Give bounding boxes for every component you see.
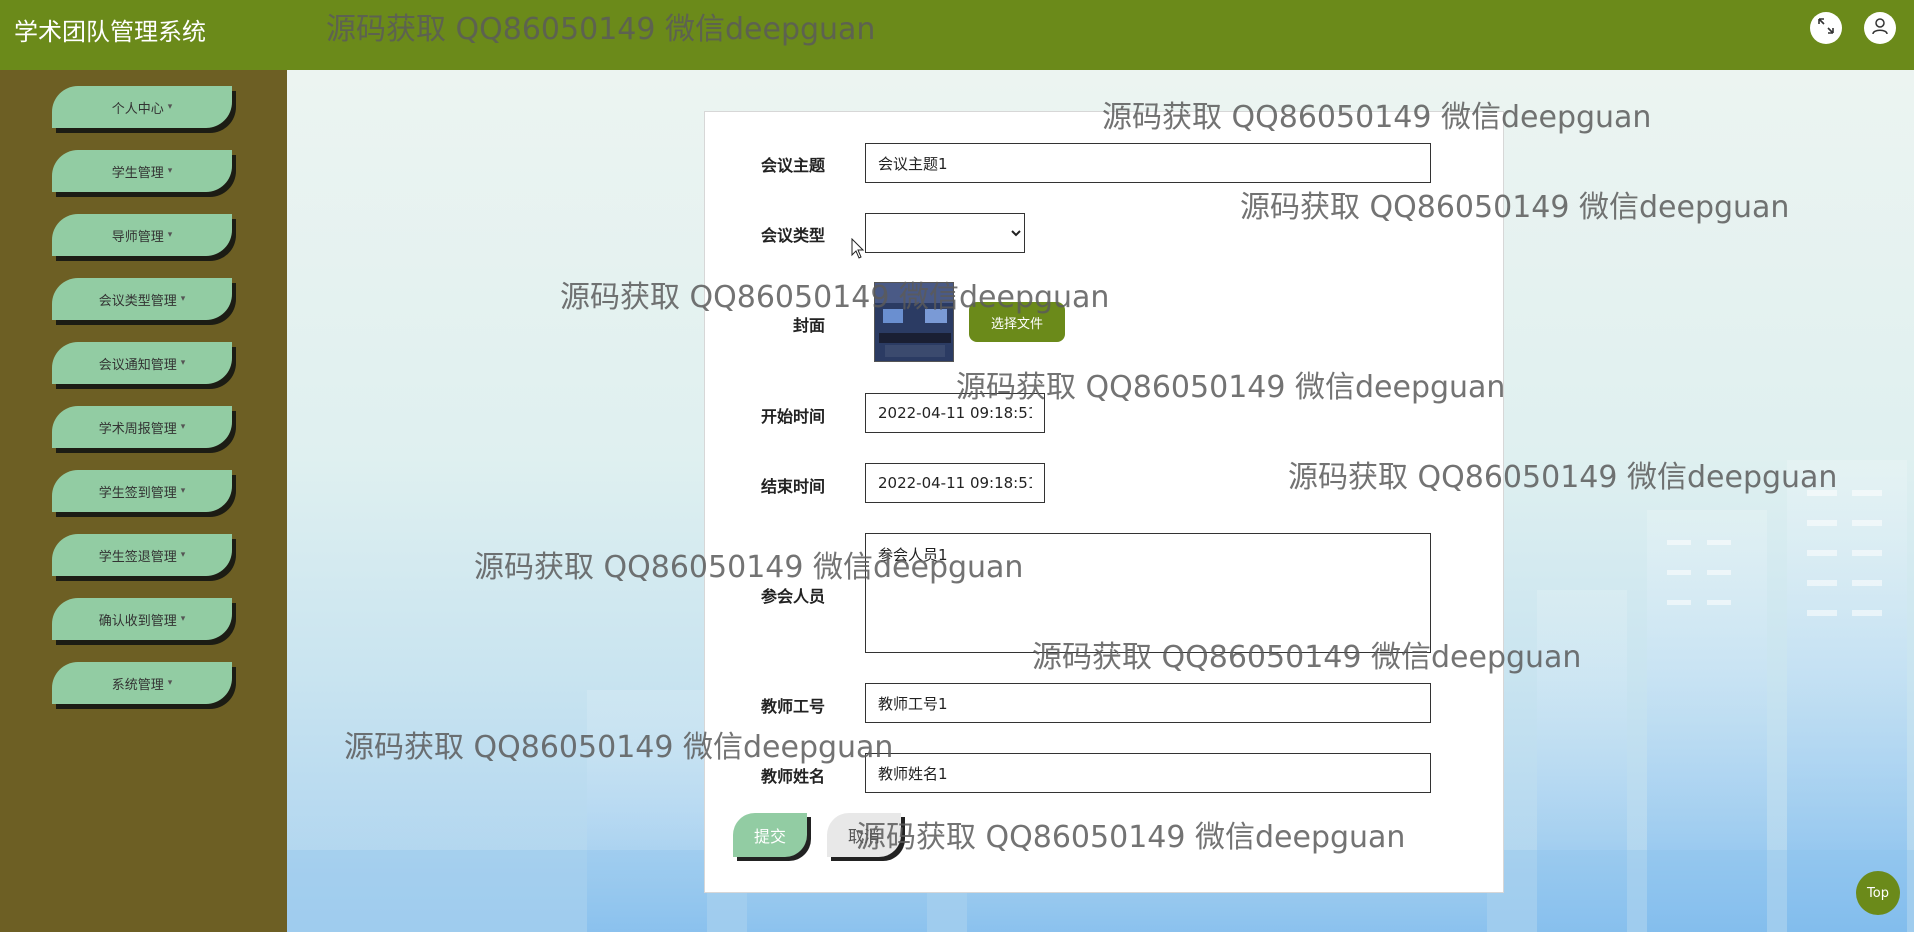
expand-icon [1817,17,1835,39]
sidebar-item-label: 导师管理 [111,229,164,245]
teacher-id-input[interactable] [865,683,1431,723]
chevron-down-icon: ▾ [180,358,186,368]
sidebar-item-receipt-confirm[interactable]: 确认收到管理 ▾ [52,598,232,640]
teacher-name-input[interactable] [865,753,1431,793]
teacher-id-label: 教师工号 [760,697,825,716]
mouse-cursor-icon [851,237,865,264]
start-time-input[interactable] [865,393,1045,433]
app-title: 学术团队管理系统 [14,18,206,46]
topic-input[interactable] [865,143,1431,183]
meeting-notice-form: 会议主题 会议类型 封面 选择文件 开始时间 结束时间 参会人员 参会人员1 教… [704,111,1504,893]
sidebar: 个人中心 ▾ 学生管理 ▾ 导师管理 ▾ 会议类型管理 ▾ 会议通知管理 ▾ 学术周报管理… [0,70,287,932]
chevron-down-icon: ▾ [180,294,186,304]
sidebar-item-personal-center[interactable]: 个人中心 ▾ [52,86,232,128]
sidebar-item-label: 会议类型管理 [98,293,177,309]
sidebar-item-label: 学生签到管理 [98,485,177,501]
sidebar-item-label: 学生签退管理 [98,549,177,565]
chevron-down-icon: ▾ [167,678,173,688]
chevron-down-icon: ▾ [180,550,186,560]
sidebar-item-weekly-reports[interactable]: 学术周报管理 ▾ [52,406,232,448]
sidebar-item-check-out[interactable]: 学生签退管理 ▾ [52,534,232,576]
cover-label: 封面 [792,316,825,335]
choose-file-button[interactable]: 选择文件 [969,302,1065,342]
teacher-name-label: 教师姓名 [760,767,825,786]
cover-image [874,282,954,362]
submit-button[interactable]: 提交 [733,813,807,857]
sidebar-item-students[interactable]: 学生管理 ▾ [52,150,232,192]
back-to-top-button[interactable]: Top [1856,871,1900,915]
chevron-down-icon: ▾ [180,614,186,624]
sidebar-item-label: 确认收到管理 [98,613,177,629]
sidebar-item-label: 系统管理 [111,677,164,693]
sidebar-item-system[interactable]: 系统管理 ▾ [52,662,232,704]
sidebar-item-meeting-notices[interactable]: 会议通知管理 ▾ [52,342,232,384]
topic-label: 会议主题 [760,156,825,175]
chevron-down-icon: ▾ [180,422,186,432]
sidebar-item-label: 会议通知管理 [98,357,177,373]
cancel-button[interactable]: 取消 [827,813,901,857]
sidebar-item-label: 个人中心 [111,101,164,117]
sidebar-item-label: 学术周报管理 [98,421,177,437]
sidebar-item-label: 学生管理 [111,165,164,181]
user-icon [1871,17,1889,39]
chevron-down-icon: ▾ [167,102,173,112]
chevron-down-icon: ▾ [167,166,173,176]
type-select[interactable] [865,213,1025,253]
attendees-label: 参会人员 [760,587,825,606]
end-time-input[interactable] [865,463,1045,503]
chevron-down-icon: ▾ [180,486,186,496]
end-time-label: 结束时间 [760,477,825,496]
chevron-down-icon: ▾ [167,230,173,240]
sidebar-item-meeting-types[interactable]: 会议类型管理 ▾ [52,278,232,320]
sidebar-item-check-in[interactable]: 学生签到管理 ▾ [52,470,232,512]
start-time-label: 开始时间 [760,407,825,426]
scrollbar[interactable] [1900,0,1914,62]
sidebar-item-tutors[interactable]: 导师管理 ▾ [52,214,232,256]
attendees-textarea[interactable]: 参会人员1 [865,533,1431,653]
type-label: 会议类型 [760,226,825,245]
top-header: 学术团队管理系统 [0,0,1914,70]
user-button[interactable] [1864,12,1896,44]
fullscreen-button[interactable] [1810,12,1842,44]
